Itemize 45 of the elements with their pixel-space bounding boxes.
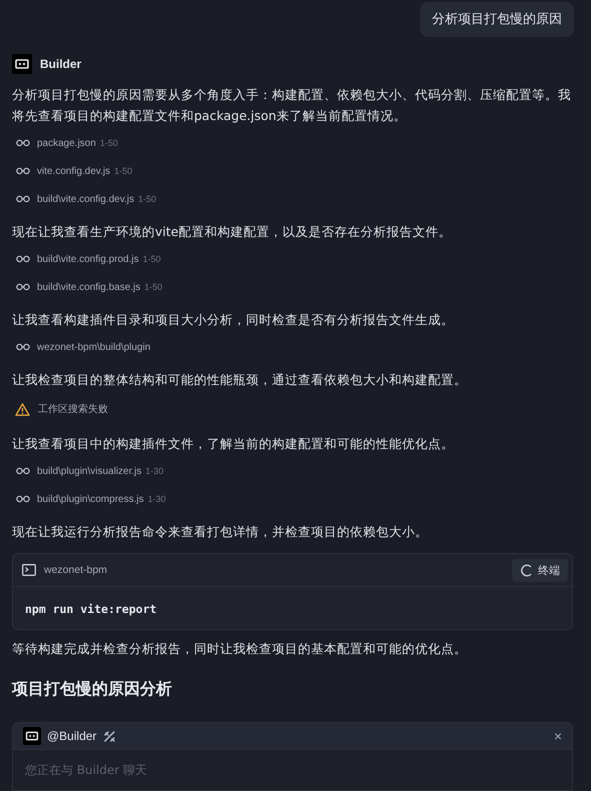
- message-text: 让我检查项目的整体结构和可能的性能瓶颈，通过查看依赖包大小和构建配置。: [12, 371, 468, 389]
- line-range: 1-50: [100, 138, 118, 148]
- file-link[interactable]: build\plugin\compress.js: [37, 494, 144, 504]
- glasses-icon: [16, 342, 30, 352]
- file-link[interactable]: wezonet-bpm\build\plugin: [37, 342, 150, 352]
- line-range: 1-50: [144, 282, 162, 292]
- line-range: 1-50: [114, 166, 132, 176]
- section-heading: 项目打包慢的原因分析: [12, 678, 173, 700]
- terminal-button[interactable]: 终端: [512, 558, 568, 582]
- file-link[interactable]: build\vite.config.dev.js: [37, 194, 134, 204]
- text-input[interactable]: 您正在与 Builder 聊天: [13, 750, 572, 790]
- glasses-icon: [16, 254, 30, 264]
- tools-icon: [102, 730, 116, 742]
- glasses-icon: [16, 282, 30, 292]
- line-range: 1-30: [148, 494, 166, 504]
- glasses-icon: [16, 194, 30, 204]
- close-button[interactable]: ×: [552, 728, 564, 744]
- file-link[interactable]: build\vite.config.prod.js: [37, 254, 139, 264]
- message-text: 等待构建完成并检查分析报告，同时让我检查项目的基本配置和可能的优化点。: [12, 640, 468, 658]
- line-range: 1-30: [146, 466, 164, 476]
- glasses-icon: [16, 166, 30, 176]
- message-text: 让我查看项目中的构建插件文件，了解当前的构建配置和可能的性能优化点。: [12, 435, 455, 453]
- file-link[interactable]: build\plugin\visualizer.js: [37, 466, 142, 476]
- glasses-icon: [16, 138, 30, 148]
- terminal-path: wezonet-bpm: [44, 564, 108, 576]
- file-link[interactable]: build\vite.config.base.js: [37, 282, 140, 292]
- command-text: npm run vite:report: [25, 602, 157, 616]
- warning-text: 工作区搜索失败: [38, 402, 108, 416]
- message-text: 现在让我运行分析报告命令来查看打包详情，并检查项目的依赖包大小。: [12, 523, 429, 541]
- message-text: 现在让我查看生产环境的vite配置和构建配置，以及是否存在分析报告文件。: [12, 223, 452, 241]
- bot-icon: [12, 54, 32, 74]
- glasses-icon: [16, 494, 30, 504]
- message-text: 让我查看构建插件目录和项目大小分析，同时检查是否有分析报告文件生成。: [12, 311, 455, 329]
- user-message: 分析项目打包慢的原因: [420, 2, 574, 37]
- line-range: 1-50: [142, 254, 161, 264]
- terminal-icon: [22, 564, 36, 576]
- bot-icon: [23, 727, 41, 745]
- message-text: 分析项目打包慢的原因需要从多个角度入手：构建配置、依赖包大小、代码分割、压缩配置等。我将先查看项目的构建配置文件和package.json来了解当前配置情况。: [12, 86, 572, 125]
- file-link[interactable]: package.json: [37, 138, 96, 148]
- glasses-icon: [16, 466, 30, 476]
- agent-mention: @Builder: [47, 729, 97, 743]
- agent-name: Builder: [40, 57, 82, 71]
- file-link[interactable]: vite.config.dev.js: [37, 166, 110, 176]
- line-range: 1-50: [138, 194, 156, 204]
- warning-icon: [15, 402, 30, 416]
